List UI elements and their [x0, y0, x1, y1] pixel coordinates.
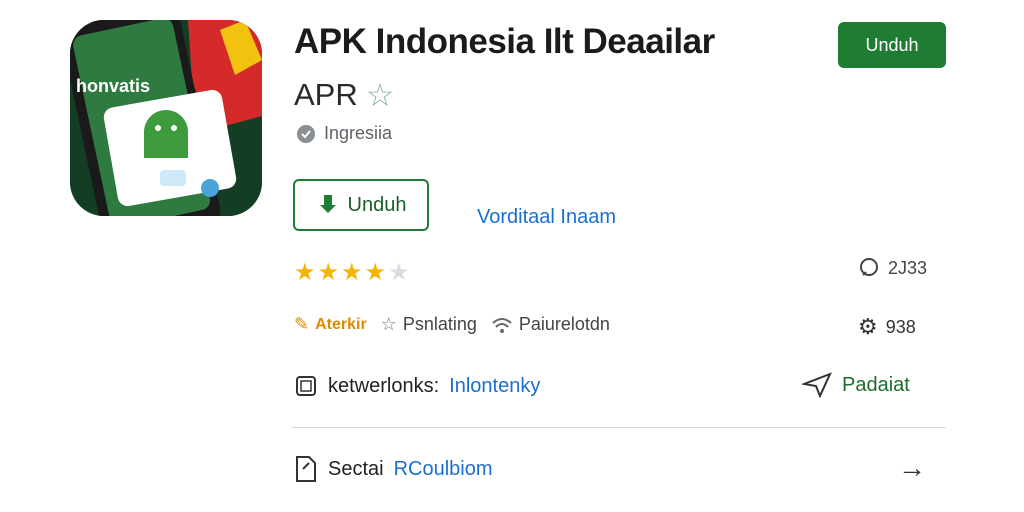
installs-row: ⚙ 938: [858, 314, 916, 340]
download-icon: [316, 193, 340, 217]
section-row[interactable]: Sectai RCoulbiom: [294, 455, 493, 483]
comment-icon: [858, 257, 880, 279]
installs-count: 938: [885, 316, 916, 337]
icon-text: honvatis: [76, 76, 150, 96]
verify-link[interactable]: Vorditaal Inaam: [477, 206, 616, 229]
review-count: 2J33: [888, 257, 928, 278]
download-outline-label: Unduh: [347, 193, 407, 216]
meta-row: ✎ Aterkir ☆ Psnlating Paiurelotdn: [294, 314, 610, 335]
rating-stars: ★ ★ ★ ★ ★: [294, 258, 410, 287]
star-icon: ★: [341, 259, 363, 286]
share-label: Padaiat: [842, 373, 910, 396]
star-icon: ★: [388, 259, 410, 286]
device-icon: [294, 374, 318, 398]
star-icon: ☆: [380, 314, 397, 334]
section-value: RCoulbiom: [393, 457, 493, 480]
category-label-2[interactable]: Paiurelotdn: [519, 314, 610, 335]
network-label: ketwerlonks:: [328, 374, 440, 397]
badge-icon: ✎: [294, 314, 310, 334]
star-icon: ★: [364, 259, 387, 286]
app-subtitle-row: APR ☆: [294, 76, 394, 114]
section-label: Sectai: [328, 457, 384, 480]
location-icon: [296, 124, 316, 144]
badge-label: Aterkir: [315, 315, 367, 333]
review-count-row[interactable]: 2J33: [858, 257, 927, 279]
region-label: Ingresiia: [324, 123, 393, 143]
share-action[interactable]: Padaiat: [802, 372, 910, 398]
network-row: ketwerlonks: Inlontenky: [294, 374, 540, 398]
app-icon: honvatis: [70, 20, 262, 216]
arrow-right-icon[interactable]: →: [898, 452, 926, 484]
app-subtitle: APR: [294, 77, 358, 112]
send-icon: [802, 372, 832, 398]
region-row: Ingresiia: [296, 123, 392, 144]
document-icon: [294, 455, 318, 483]
app-title: APK Indonesia Ilt Deaailar: [294, 22, 715, 61]
divider: [292, 427, 946, 428]
gear-icon: ⚙: [858, 314, 878, 339]
wifi-icon: [491, 316, 513, 334]
category-label-1[interactable]: Psnlating: [403, 314, 477, 335]
download-button[interactable]: Unduh: [838, 22, 946, 68]
network-value[interactable]: Inlontenky: [449, 375, 540, 398]
star-icon: ★: [317, 259, 340, 286]
download-outline-button[interactable]: Unduh: [293, 179, 429, 231]
star-icon: ★: [294, 259, 316, 286]
star-icon[interactable]: ☆: [366, 76, 395, 114]
